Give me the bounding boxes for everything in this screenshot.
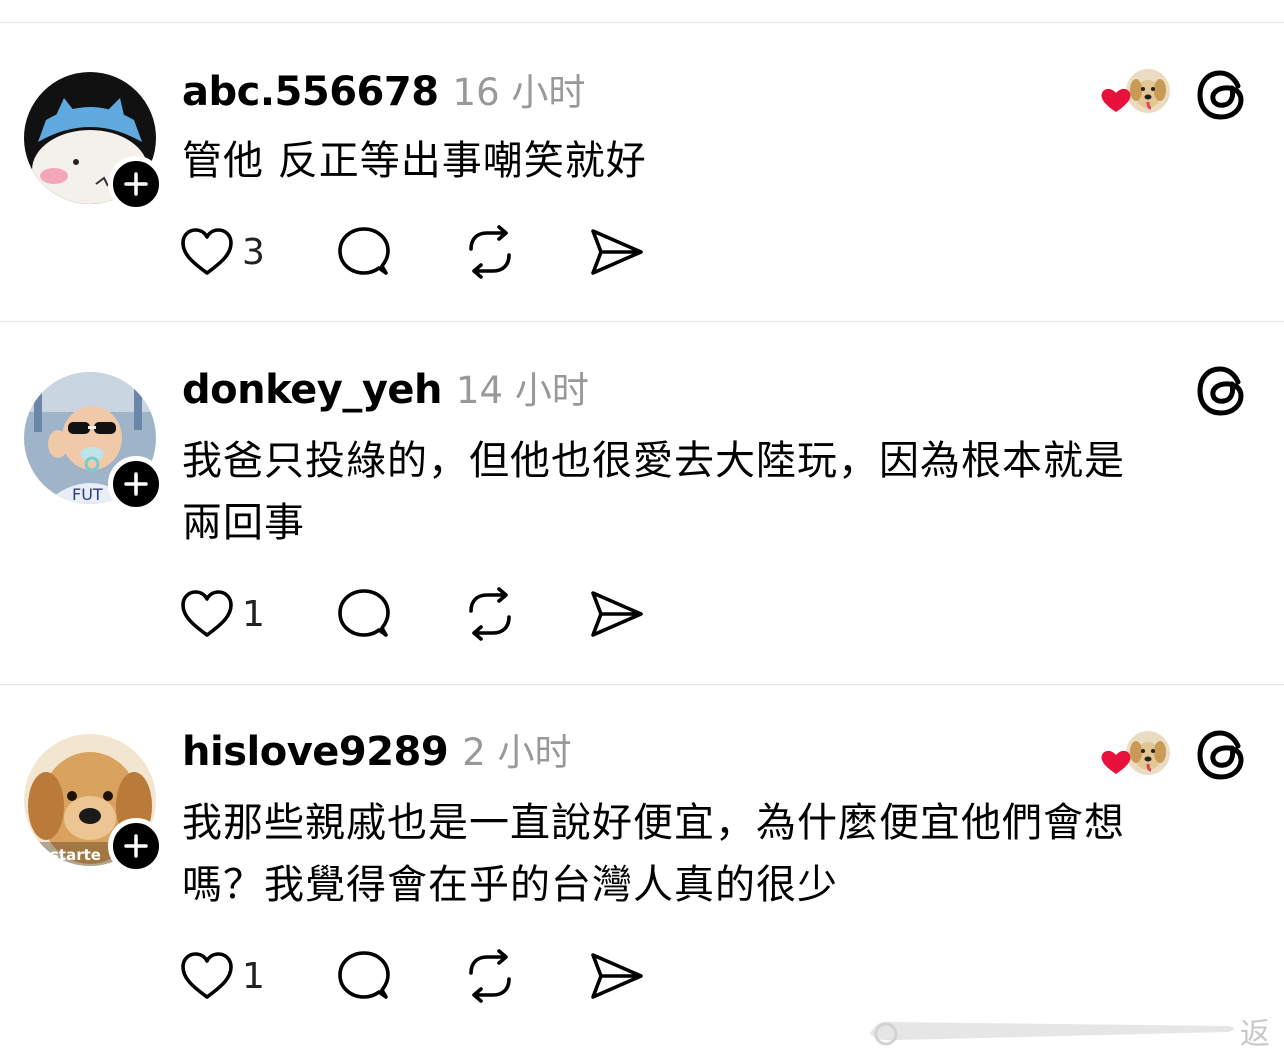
repost-button[interactable]: [463, 587, 517, 641]
heart-outline-icon: [181, 590, 233, 637]
speech-bubble-icon: [338, 589, 390, 637]
timestamp: 2 小时: [462, 731, 572, 774]
post-divider: [0, 321, 1284, 322]
follow-button[interactable]: [108, 156, 164, 212]
username[interactable]: abc.556678: [182, 69, 439, 115]
post-divider: [0, 684, 1284, 685]
like-count: 1: [242, 593, 265, 635]
like-count: 1: [242, 955, 265, 997]
post-text: 管他 反正等出事嘲笑就好: [182, 130, 1232, 192]
threads-logo-icon[interactable]: [1194, 68, 1248, 122]
username[interactable]: donkey_yeh: [182, 367, 443, 413]
action-bar: 3: [180, 222, 645, 282]
avatar-caption: starte: [50, 846, 101, 864]
avatar[interactable]: starte: [24, 734, 164, 874]
watermark-text: 返: [1240, 1017, 1270, 1052]
svg-text:FUT: FUT: [72, 485, 103, 504]
repost-arrows-icon: [469, 949, 511, 1003]
plus-icon: [124, 172, 148, 196]
paper-plane-icon: [591, 953, 643, 999]
like-button[interactable]: 1: [180, 951, 265, 1001]
speech-bubble-icon: [338, 227, 390, 275]
repost-arrows-icon: [469, 587, 511, 641]
like-count: 3: [242, 231, 265, 273]
reply-button[interactable]: [337, 949, 391, 1003]
like-button[interactable]: 1: [180, 589, 265, 639]
post-text-line: 兩回事: [182, 500, 305, 546]
post-text-line: 我那些親戚也是一直說好便宜，為什麼便宜他們會想: [182, 800, 1125, 846]
threads-logo-icon[interactable]: [1194, 728, 1248, 782]
threads-logo-icon[interactable]: [1194, 364, 1248, 418]
post-text-line: 管他 反正等出事嘲笑就好: [182, 138, 647, 184]
post-header: hislove9289 2 小时: [182, 722, 572, 782]
share-button[interactable]: [589, 949, 645, 1003]
avatar[interactable]: FUT: [24, 372, 164, 512]
post-text-line: 我爸只投綠的，但他也很愛去大陸玩，因為根本就是: [182, 438, 1125, 484]
share-button[interactable]: [589, 225, 645, 279]
repost-button[interactable]: [463, 949, 517, 1003]
author-liked-badge: [1098, 728, 1172, 782]
post-header: abc.556678 16 小时: [182, 62, 585, 122]
paper-plane-icon: [591, 229, 643, 275]
timestamp: 14 小时: [456, 369, 589, 412]
heart-outline-icon: [181, 228, 233, 275]
follow-button[interactable]: [108, 818, 164, 874]
watermark: 返: [868, 1010, 1284, 1056]
post-text-line: 嗎？我覺得會在乎的台灣人真的很少: [182, 862, 838, 908]
reply-post: FUT donkey_yeh 14 小时 我爸只投綠的，但他也很愛去大陸玩，因為…: [0, 360, 1284, 684]
post-text: 我那些親戚也是一直說好便宜，為什麼便宜他們會想 嗎？我覺得會在乎的台灣人真的很少: [182, 792, 1232, 916]
post-header: donkey_yeh 14 小时: [182, 360, 589, 420]
username[interactable]: hislove9289: [182, 729, 449, 775]
red-heart-icon: [1101, 88, 1131, 112]
plus-icon: [124, 472, 148, 496]
paper-plane-icon: [591, 591, 643, 637]
reply-post: abc.556678 16 小时 管他 反正等出事嘲笑就好 3: [0, 60, 1284, 322]
reply-button[interactable]: [337, 587, 391, 641]
heart-outline-icon: [181, 952, 233, 999]
action-bar: 1: [180, 946, 645, 1006]
like-button[interactable]: 3: [180, 227, 265, 277]
follow-button[interactable]: [108, 456, 164, 512]
timestamp: 16 小时: [452, 71, 586, 114]
repost-button[interactable]: [463, 225, 517, 279]
post-text: 我爸只投綠的，但他也很愛去大陸玩，因為根本就是 兩回事: [182, 430, 1232, 554]
reply-post: starte hislove9289 2 小时 我那些親戚也是一直說好便宜，為什…: [0, 722, 1284, 1052]
red-heart-icon: [1101, 750, 1131, 774]
top-divider: [0, 22, 1284, 23]
plus-icon: [124, 834, 148, 858]
repost-arrows-icon: [469, 225, 511, 279]
speech-bubble-icon: [338, 951, 390, 999]
action-bar: 1: [180, 584, 645, 644]
reply-button[interactable]: [337, 225, 391, 279]
avatar[interactable]: [24, 72, 164, 212]
share-button[interactable]: [589, 587, 645, 641]
author-liked-badge: [1098, 66, 1172, 120]
